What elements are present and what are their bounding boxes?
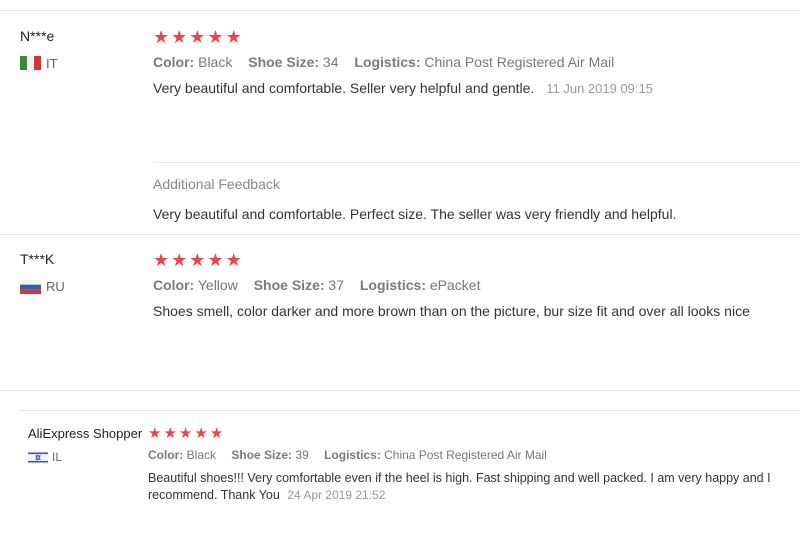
star-icon: ★ (178, 425, 193, 442)
color-value: Black (198, 54, 233, 70)
color-label: Color: (153, 54, 195, 70)
additional-feedback-text: Very beautiful and comfortable. Perfect … (153, 206, 677, 222)
review-text: Very beautiful and comfortable. Seller v… (153, 80, 653, 96)
star-rating: ★ ★ ★ ★ ★ (148, 426, 223, 441)
country-code: IL (52, 450, 63, 464)
review-timestamp: 24 Apr 2019 21:52 (287, 488, 386, 502)
star-icon: ★ (225, 250, 242, 270)
star-icon: ★ (207, 250, 224, 270)
star-icon: ★ (189, 27, 206, 47)
logistics-label: Logistics: (359, 277, 426, 293)
flag-it-icon (20, 56, 41, 70)
star-icon: ★ (189, 250, 206, 270)
order-info: Color: Black Shoe Size: 34 Logistics: Ch… (153, 54, 614, 70)
review-body: Very beautiful and comfortable. Seller v… (153, 80, 535, 96)
star-icon: ★ (163, 425, 177, 442)
star-icon: ★ (171, 250, 188, 270)
star-icon: ★ (209, 425, 224, 442)
reviewer-name: T***K (20, 251, 55, 267)
review-divider (0, 390, 800, 391)
color-value: Black (186, 448, 217, 462)
review-timestamp: 11 Jun 2019 09:15 (546, 81, 653, 96)
logistics-value: China Post Registered Air Mail (384, 448, 547, 462)
order-info: Color: Yellow Shoe Size: 37 Logistics: e… (153, 277, 480, 293)
star-icon: ★ (153, 250, 170, 270)
logistics-value: China Post Registered Air Mail (424, 54, 615, 70)
star-icon: ★ (148, 425, 162, 442)
color-value: Yellow (197, 277, 238, 293)
size-value: 34 (322, 54, 339, 70)
size-value: 37 (328, 277, 344, 293)
review-text: Shoes smell, color darker and more brown… (153, 303, 750, 319)
country-code: RU (46, 279, 65, 294)
star-icon: ★ (171, 27, 188, 47)
size-label: Shoe Size: (248, 54, 320, 70)
flag-il-icon (28, 451, 48, 464)
star-icon: ★ (207, 27, 224, 47)
star-rating: ★ ★ ★ ★ ★ (153, 251, 242, 269)
logistics-value: ePacket (429, 277, 481, 293)
reviewer-name: AliExpress Shopper (28, 426, 143, 441)
logistics-label: Logistics: (324, 448, 381, 462)
size-label: Shoe Size: (231, 448, 293, 462)
review-text-line-2: recommend. Thank You (148, 488, 280, 502)
top-divider (0, 10, 800, 11)
additional-divider (153, 162, 800, 163)
color-label: Color: (148, 448, 184, 462)
logistics-label: Logistics: (354, 54, 421, 70)
star-icon: ★ (153, 27, 170, 47)
review-text-line-1: Beautiful shoes!!! Very comfortable even… (148, 471, 771, 485)
additional-feedback-title: Additional Feedback (153, 176, 280, 192)
reviewer-name: N***e (20, 28, 55, 44)
order-info: Color: Black Shoe Size: 39 Logistics: Ch… (148, 448, 547, 462)
size-label: Shoe Size: (253, 277, 325, 293)
star-icon: ★ (194, 425, 208, 442)
review-divider (20, 410, 800, 411)
color-label: Color: (153, 277, 195, 293)
review-text: recommend. Thank You 24 Apr 2019 21:52 (148, 488, 385, 502)
country-code: IT (46, 56, 58, 71)
flag-ru-icon (20, 280, 41, 294)
size-value: 39 (295, 448, 309, 462)
review-divider (0, 234, 800, 235)
star-rating: ★ ★ ★ ★ ★ (153, 28, 242, 46)
star-icon: ★ (225, 27, 242, 47)
